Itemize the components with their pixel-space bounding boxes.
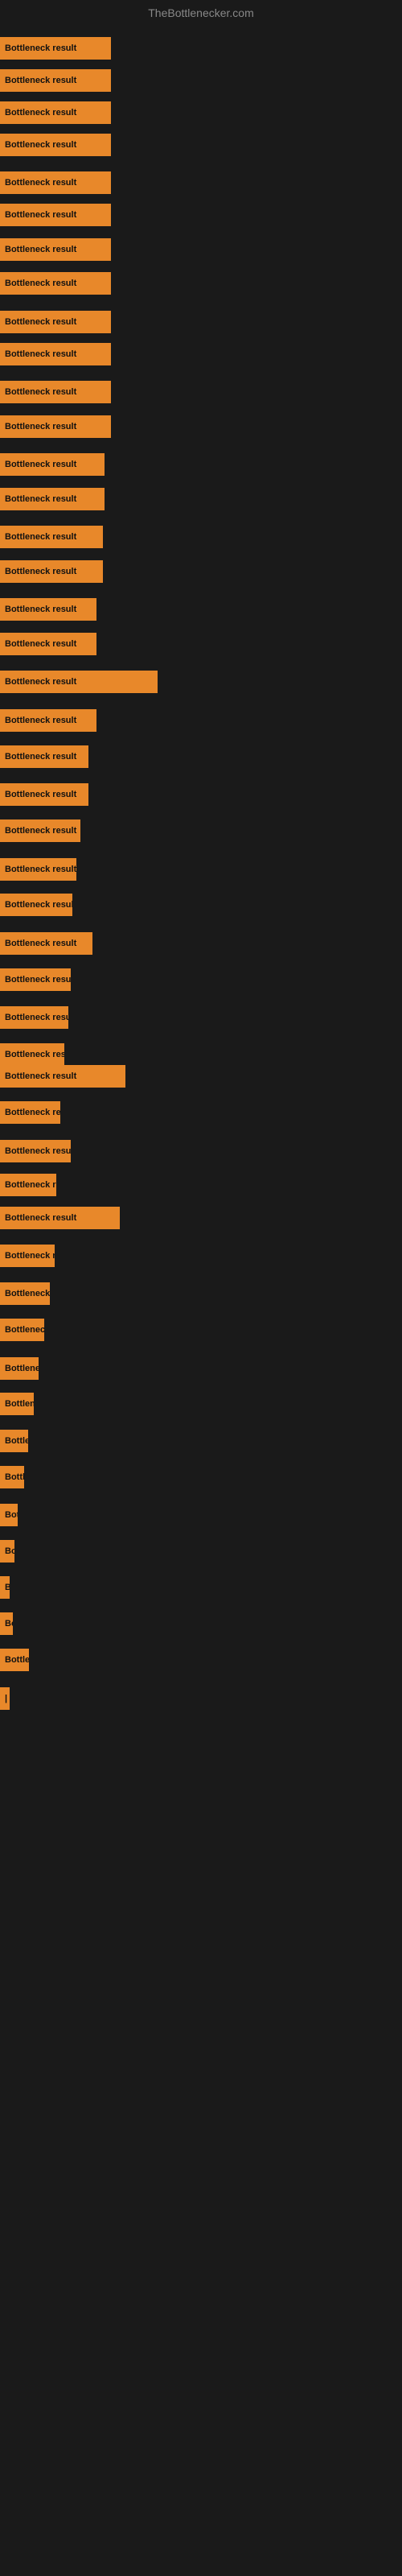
- bar-item: Bottleneck result: [0, 1101, 60, 1124]
- bar-label: Bottleneck result: [5, 939, 76, 948]
- bar-item: Bottleneck result: [0, 1140, 71, 1162]
- bar-label: Bottleneck result: [5, 900, 72, 910]
- bar-item: Bottleneck result: [0, 171, 111, 194]
- bar-label: Bottleneck result: [5, 567, 76, 576]
- bar-label: B: [5, 1583, 10, 1592]
- bar-item: Bottleneck result: [0, 415, 111, 438]
- bar-label: Bottleneck result: [5, 178, 76, 188]
- bar-item: Bottleneck result: [0, 1207, 120, 1229]
- chart-area: Bottleneck result Bottleneck result Bottle…: [0, 23, 402, 2558]
- bar-label: Bottleneck result: [5, 1399, 34, 1409]
- bar-item: Bottleneck result: [0, 932, 92, 955]
- bar-item: Bottleneck result: [0, 1357, 39, 1380]
- bar-label: Bottleneck result: [5, 1108, 60, 1117]
- bar-item: Bottleneck result: [0, 69, 111, 92]
- bar-item: Bottleneck result: [0, 453, 105, 476]
- bar-label: Bottleneck result: [5, 1546, 14, 1556]
- bar-item: Bottleneck result: [0, 1430, 28, 1452]
- bar-item: Bottleneck result: [0, 526, 103, 548]
- bar-item: Bottleneck result: [0, 1043, 64, 1066]
- bar-label: Bottleneck result: [5, 317, 76, 327]
- bar-label: Bo: [5, 1619, 13, 1629]
- bar-label: Bottleneck result: [5, 1050, 64, 1059]
- bar-label: Bottleneck result: [5, 1472, 24, 1482]
- bar-item: Bottleneck result: [0, 1282, 50, 1305]
- bar-label: Bottleneck result: [5, 1146, 71, 1156]
- bar-item: Bottleneck result: [0, 894, 72, 916]
- bar-item: Bottleneck result: [0, 709, 96, 732]
- bar-label: Bottleneck result: [5, 1180, 56, 1190]
- bar-label: Bottleneck result: [5, 76, 76, 85]
- bar-item: Bottleneck result: [0, 819, 80, 842]
- bar-item: Bo: [0, 1612, 13, 1635]
- bar-label: Bottleneck result: [5, 1013, 68, 1022]
- bar-item: Bottleneck result: [0, 598, 96, 621]
- bar-label: Bottleneck result: [5, 639, 76, 649]
- bar-item: Bottleneck result: [0, 37, 111, 60]
- bar-item: Bottleneck result: [0, 101, 111, 124]
- bar-label: Bottleneck result: [5, 826, 76, 836]
- bar-item: Bottleneck result: [0, 488, 105, 510]
- bar-item: Bottleneck result: [0, 1006, 68, 1029]
- bar-label: Bottleneck result: [5, 752, 76, 762]
- bar-label: |: [5, 1694, 7, 1703]
- bar-item: Bottleneck result: [0, 1466, 24, 1488]
- bar-item: Bottleneck result: [0, 272, 111, 295]
- bar-label: Bottleneck result: [5, 279, 76, 288]
- bar-label: Bottleneck result: [5, 1251, 55, 1261]
- bar-label: Bottleneck result: [5, 1289, 50, 1298]
- bar-label: Bottleneck result: [5, 1071, 76, 1081]
- bar-item: Bottle: [0, 1649, 29, 1671]
- bar-label: Bottleneck result: [5, 865, 76, 874]
- bar-label: Bottleneck result: [5, 460, 76, 469]
- bar-item: Bottleneck result: [0, 968, 71, 991]
- bar-item: Bottleneck result: [0, 238, 111, 261]
- bar-label: Bottleneck result: [5, 245, 76, 254]
- bar-item: Bottleneck result: [0, 633, 96, 655]
- bar-item: Bottleneck result: [0, 1245, 55, 1267]
- bar-label: Bottleneck result: [5, 716, 76, 725]
- bar-label: Bottleneck result: [5, 532, 76, 542]
- bar-label: Bottleneck result: [5, 605, 76, 614]
- bar-label: Bottleneck result: [5, 1364, 39, 1373]
- bar-label: Bottleneck result: [5, 349, 76, 359]
- bar-item: Bottleneck result: [0, 1065, 125, 1088]
- bar-item: Bottleneck result: [0, 343, 111, 365]
- bar-label: Bottle: [5, 1655, 29, 1665]
- bar-label: Bottleneck result: [5, 790, 76, 799]
- bar-label: Bottleneck result: [5, 677, 76, 687]
- bar-label: Bottleneck result: [5, 422, 76, 431]
- bar-item: Bottleneck result: [0, 745, 88, 768]
- site-title: TheBottlenecker.com: [0, 0, 402, 23]
- bar-item: Bottleneck result: [0, 204, 111, 226]
- bar-item: |: [0, 1687, 10, 1710]
- bar-label: Bottleneck result: [5, 1510, 18, 1520]
- bar-label: Bottleneck result: [5, 140, 76, 150]
- bar-label: Bottleneck result: [5, 975, 71, 985]
- bar-label: Bottleneck result: [5, 43, 76, 53]
- bar-label: Bottleneck result: [5, 494, 76, 504]
- bar-item: Bottleneck result: [0, 1174, 56, 1196]
- bar-item: Bottleneck result: [0, 1393, 34, 1415]
- bar-item: Bottleneck result: [0, 311, 111, 333]
- bar-label: Bottleneck result: [5, 387, 76, 397]
- bar-item: Bottleneck result: [0, 783, 88, 806]
- bar-item: Bottleneck result: [0, 134, 111, 156]
- bar-item: Bottleneck result: [0, 1319, 44, 1341]
- bar-item: Bottleneck result: [0, 671, 158, 693]
- bar-label: Bottleneck result: [5, 108, 76, 118]
- bar-item: Bottleneck result: [0, 1540, 14, 1563]
- bar-item: Bottleneck result: [0, 381, 111, 403]
- bar-item: Bottleneck result: [0, 858, 76, 881]
- bar-item: B: [0, 1576, 10, 1599]
- bar-item: Bottleneck result: [0, 560, 103, 583]
- bar-label: Bottleneck result: [5, 1213, 76, 1223]
- bar-label: Bottleneck result: [5, 1436, 28, 1446]
- bar-label: Bottleneck result: [5, 1325, 44, 1335]
- bar-item: Bottleneck result: [0, 1504, 18, 1526]
- bar-label: Bottleneck result: [5, 210, 76, 220]
